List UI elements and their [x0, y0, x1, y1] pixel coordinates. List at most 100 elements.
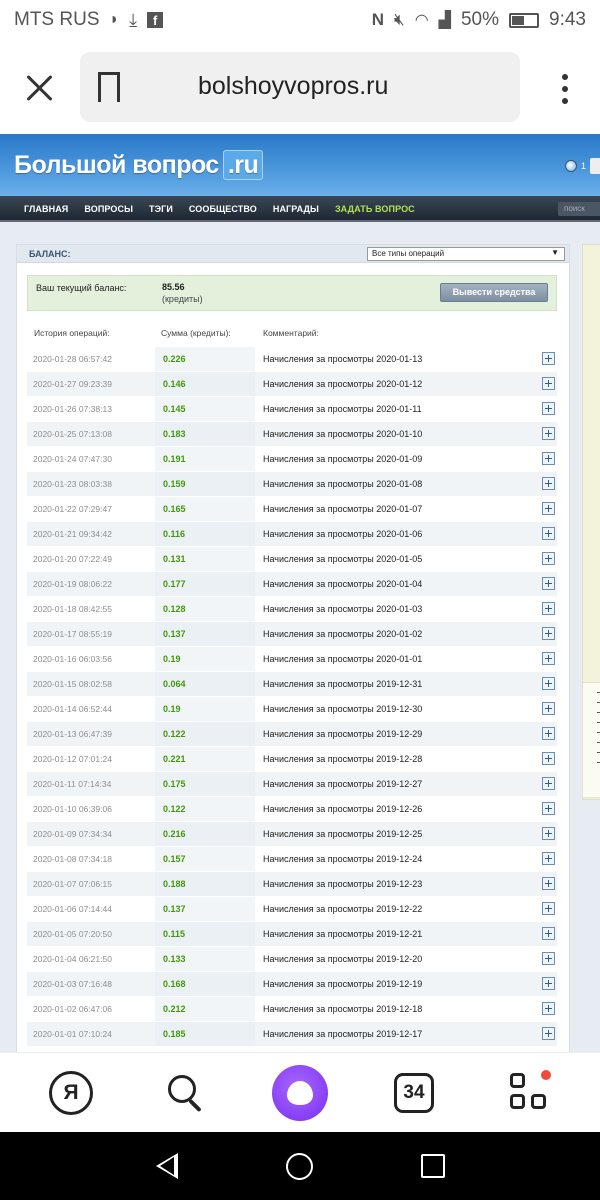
expand-row-icon[interactable]	[542, 427, 555, 440]
expand-row-icon[interactable]	[542, 777, 555, 790]
table-row: 2020-01-15 08:02:58 0.064 Начисления за пр…	[27, 672, 557, 697]
home-icon[interactable]	[286, 1153, 313, 1180]
expand-row-icon[interactable]	[542, 377, 555, 390]
expand-row-icon[interactable]	[542, 527, 555, 540]
row-comment: Начисления за просмотры 2020-01-09	[263, 454, 423, 464]
logo-text: Большой вопрос	[14, 151, 219, 179]
row-date: 2020-01-07 07:06:15	[33, 879, 112, 889]
expand-row-icon[interactable]	[542, 852, 555, 865]
expand-row-icon[interactable]	[542, 402, 555, 415]
table-row: 2020-01-26 07:38:13 0.145 Начисления за пр…	[27, 397, 557, 422]
alice-assistant-icon[interactable]	[272, 1065, 328, 1121]
battery-percent: 50%	[460, 9, 500, 30]
expand-row-icon[interactable]	[542, 827, 555, 840]
close-tab-icon[interactable]	[24, 72, 56, 104]
expand-row-icon[interactable]	[542, 677, 555, 690]
site-logo[interactable]: Большой вопрос .ru	[14, 150, 264, 180]
expand-row-icon[interactable]	[542, 1002, 555, 1015]
row-date: 2020-01-14 06:52:44	[33, 704, 112, 714]
nav-awards[interactable]: НАГРАДЫ	[273, 204, 319, 214]
row-date: 2020-01-24 07:47:30	[33, 454, 112, 464]
row-date: 2020-01-08 07:34:18	[33, 854, 112, 864]
nav-community[interactable]: СООБЩЕСТВО	[189, 204, 257, 214]
expand-row-icon[interactable]	[542, 702, 555, 715]
url-text[interactable]: bolshoyvopros.ru	[198, 72, 388, 101]
nav-tags[interactable]: ТЭГИ	[149, 204, 173, 214]
nav-home[interactable]: ГЛАВНАЯ	[24, 204, 68, 214]
tabs-count-button[interactable]: 34	[394, 1073, 434, 1113]
history-table: История операций: Сумма (кредиты): Комме…	[27, 321, 557, 1047]
expand-row-icon[interactable]	[542, 802, 555, 815]
table-row: 2020-01-27 09:23:39 0.146 Начисления за пр…	[27, 372, 557, 397]
current-balance-units: (кредиты)	[162, 294, 203, 304]
row-sum: 0.115	[163, 929, 186, 939]
yandex-icon[interactable]: Я	[49, 1071, 93, 1115]
operation-type-value: Все типы операций	[372, 249, 445, 258]
row-sum: 0.137	[163, 904, 186, 914]
signal-icon: ▟	[438, 12, 451, 29]
status-bar: MTS RUS ◗ ⤓ f N 🔇︎ ◠ ▟ 50% 9:43	[0, 0, 600, 40]
expand-row-icon[interactable]	[542, 352, 555, 365]
browser-toolbar: bolshoyvopros.ru	[0, 40, 600, 134]
row-date: 2020-01-10 06:39:06	[33, 804, 112, 814]
expand-row-icon[interactable]	[542, 927, 555, 940]
table-row: 2020-01-06 07:14:44 0.137 Начисления за пр…	[27, 897, 557, 922]
row-date: 2020-01-01 07:10:24	[33, 1029, 112, 1039]
address-bar[interactable]: bolshoyvopros.ru	[80, 52, 520, 122]
table-row: 2020-01-04 06:21:50 0.133 Начисления за пр…	[27, 947, 557, 972]
table-row: 2020-01-14 06:52:44 0.19 Начисления за про…	[27, 697, 557, 722]
table-row: 2020-01-18 08:42:55 0.128 Начисления за пр…	[27, 597, 557, 622]
column-header-date: История операций:	[34, 328, 110, 338]
menu-icon[interactable]	[562, 74, 568, 110]
row-comment: Начисления за просмотры 2019-12-28	[263, 754, 423, 764]
row-date: 2020-01-25 07:13:08	[33, 429, 112, 439]
back-icon[interactable]	[156, 1153, 178, 1179]
history-rows: 2020-01-28 06:57:42 0.226 Начисления за пр…	[27, 347, 557, 1047]
header-user-tab[interactable]	[590, 158, 600, 174]
row-date: 2020-01-03 07:16:48	[33, 979, 112, 989]
row-date: 2020-01-28 06:57:42	[33, 354, 112, 364]
row-comment: Начисления за просмотры 2020-01-07	[263, 504, 423, 514]
balance-header: БАЛАНС: Все типы операций ▼	[17, 245, 569, 263]
expand-row-icon[interactable]	[542, 902, 555, 915]
row-comment: Начисления за просмотры 2019-12-22	[263, 904, 423, 914]
expand-row-icon[interactable]	[542, 552, 555, 565]
row-date: 2020-01-23 08:03:38	[33, 479, 112, 489]
nav-questions[interactable]: ВОПРОСЫ	[84, 204, 133, 214]
expand-row-icon[interactable]	[542, 577, 555, 590]
expand-row-icon[interactable]	[542, 477, 555, 490]
bookmark-icon[interactable]	[98, 72, 120, 111]
expand-row-icon[interactable]	[542, 1027, 555, 1040]
row-comment: Начисления за просмотры 2019-12-25	[263, 829, 423, 839]
row-sum: 0.221	[163, 754, 186, 764]
table-row: 2020-01-19 08:06:22 0.177 Начисления за пр…	[27, 572, 557, 597]
row-sum: 0.128	[163, 604, 186, 614]
row-date: 2020-01-17 08:55:19	[33, 629, 112, 639]
expand-row-icon[interactable]	[542, 727, 555, 740]
row-comment: Начисления за просмотры 2019-12-21	[263, 929, 423, 939]
expand-row-icon[interactable]	[542, 627, 555, 640]
row-sum: 0.183	[163, 429, 186, 439]
expand-row-icon[interactable]	[542, 652, 555, 665]
row-sum: 0.185	[163, 1029, 186, 1039]
site-search-input[interactable]: поиск	[558, 202, 600, 216]
balance-title: БАЛАНС:	[29, 249, 71, 259]
recent-apps-icon[interactable]	[421, 1154, 445, 1178]
search-icon[interactable]	[164, 1071, 208, 1115]
operation-type-select[interactable]: Все типы операций ▼	[367, 247, 565, 261]
expand-row-icon[interactable]	[542, 752, 555, 765]
globe-icon[interactable]	[564, 160, 577, 172]
site-nav: ГЛАВНАЯ ВОПРОСЫ ТЭГИ СООБЩЕСТВО НАГРАДЫ …	[0, 196, 600, 222]
row-sum: 0.19	[163, 654, 181, 664]
site-header: Большой вопрос .ru 1	[0, 134, 600, 196]
row-comment: Начисления за просмотры 2019-12-26	[263, 804, 423, 814]
expand-row-icon[interactable]	[542, 877, 555, 890]
expand-row-icon[interactable]	[542, 602, 555, 615]
nav-ask-question[interactable]: ЗАДАТЬ ВОПРОС	[335, 204, 415, 214]
expand-row-icon[interactable]	[542, 977, 555, 990]
expand-row-icon[interactable]	[542, 452, 555, 465]
expand-row-icon[interactable]	[542, 502, 555, 515]
table-row: 2020-01-21 09:34:42 0.116 Начисления за пр…	[27, 522, 557, 547]
expand-row-icon[interactable]	[542, 952, 555, 965]
withdraw-button[interactable]: Вывести средства	[440, 283, 548, 302]
